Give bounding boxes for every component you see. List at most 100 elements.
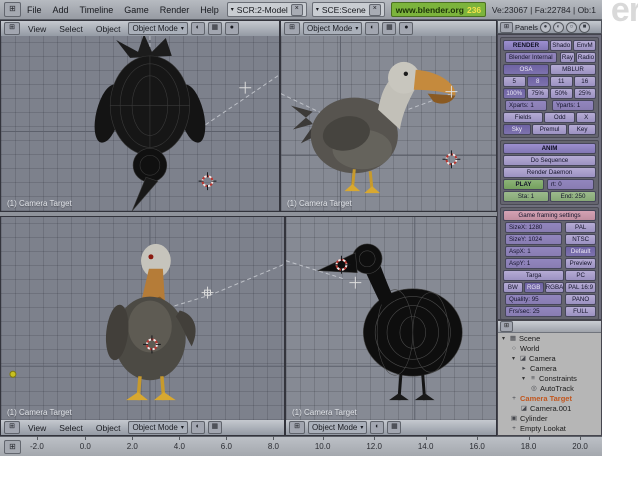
expand-arrow-icon[interactable]: ▾	[520, 375, 527, 382]
expand-arrow-icon[interactable]: ▾	[500, 335, 507, 342]
bw-toggle[interactable]: BW	[503, 282, 523, 293]
preset-pc-button[interactable]: PC	[565, 270, 596, 281]
outliner-item-constraints[interactable]: ▾ ≡ Constraints	[498, 373, 601, 383]
play-button[interactable]: PLAY	[503, 179, 544, 190]
outliner-item-empty-lookat[interactable]: + Empty Lookat	[498, 423, 601, 433]
render-button[interactable]: RENDER	[503, 40, 549, 51]
mode-select[interactable]: Object Mode ▾	[128, 22, 188, 35]
osa-toggle[interactable]: OSA	[503, 64, 549, 75]
layers-icon[interactable]: ▦	[207, 22, 222, 35]
menu-timeline[interactable]: Timeline	[75, 5, 119, 15]
lamp-object[interactable]	[9, 370, 17, 378]
mode-select[interactable]: Object Mode ▾	[303, 22, 363, 35]
context-editing-icon[interactable]: ■	[578, 21, 590, 33]
xparts-field[interactable]: Xparts: 1	[505, 100, 547, 111]
mode-select[interactable]: Object Mode ▾	[128, 421, 188, 434]
filetype-select[interactable]: Targa	[503, 270, 565, 281]
mode-select[interactable]: Object Mode ▾	[308, 421, 368, 434]
quality-field[interactable]: Quality: 95	[505, 294, 563, 305]
envmap-toggle[interactable]: EnvM	[573, 40, 596, 51]
key-toggle[interactable]: Key	[568, 124, 596, 135]
sizex-field[interactable]: SizeX: 1280	[505, 222, 563, 233]
layers-icon[interactable]: ▦	[387, 421, 402, 434]
ray-toggle[interactable]: Ray	[559, 52, 575, 63]
preset-ntsc-button[interactable]: NTSC	[565, 234, 596, 245]
odd-toggle[interactable]: Odd	[544, 112, 576, 123]
premul-toggle[interactable]: Premul	[531, 124, 568, 135]
outliner-item-world[interactable]: ○ World	[498, 343, 601, 353]
viewport-type-icon[interactable]: ⊞	[4, 22, 20, 35]
viewport-type-icon[interactable]: ⊞	[4, 421, 20, 434]
outliner-item-camera-001[interactable]: ◪ Camera.001	[498, 403, 601, 413]
context-object-icon[interactable]: ○	[565, 21, 577, 33]
viewport-canvas[interactable]: (1) Camera Target	[1, 217, 284, 420]
rgba-toggle[interactable]: RGBA	[544, 282, 565, 293]
ruler-window-icon[interactable]: ⊞	[4, 440, 21, 454]
draw-mode-icon[interactable]: ◐	[365, 22, 380, 35]
menu-add[interactable]: Add	[48, 5, 74, 15]
buttons-window-type-icon[interactable]: ⊞	[500, 21, 513, 33]
mblur-toggle[interactable]: MBLUR	[550, 64, 596, 75]
outliner-item-camera-data[interactable]: ▸ Camera	[498, 363, 601, 373]
screen-selector[interactable]: ▾ SCR:2-Model ×	[226, 2, 307, 17]
size-75-button[interactable]: 75%	[526, 88, 549, 99]
layers-icon[interactable]: ▦	[207, 421, 222, 434]
menu-game[interactable]: Game	[119, 5, 154, 15]
game-framing-button[interactable]: Game framing settings	[503, 210, 596, 221]
snap-icon[interactable]: ●	[399, 22, 414, 35]
aspy-field[interactable]: AspY: 1	[505, 258, 563, 269]
outliner-item-camera-target[interactable]: + Camera Target	[498, 393, 601, 403]
preset-pano-button[interactable]: PANO	[565, 294, 596, 305]
draw-mode-icon[interactable]: ◐	[190, 421, 205, 434]
size-50-button[interactable]: 50%	[550, 88, 573, 99]
object-menu[interactable]: Object	[91, 24, 126, 34]
sizey-field[interactable]: SizeY: 1024	[505, 234, 563, 245]
blender-org-link[interactable]: www.blender.org 236	[390, 2, 487, 17]
yparts-field[interactable]: Yparts: 1	[552, 100, 594, 111]
context-shading-icon[interactable]: ◐	[552, 21, 564, 33]
viewport-canvas[interactable]: (1) Camera Target	[281, 36, 496, 211]
end-frame-field[interactable]: End: 250	[550, 191, 596, 202]
size-25-button[interactable]: 25%	[573, 88, 596, 99]
preset-full-button[interactable]: FULL	[565, 306, 596, 317]
outliner-item-autotrack[interactable]: ◎ AutoTrack	[498, 383, 601, 393]
render-daemon-toggle[interactable]: Render Daemon	[503, 167, 596, 178]
preset-pal-button[interactable]: PAL	[565, 222, 596, 233]
osa-sample-11[interactable]: 11	[550, 76, 573, 87]
outliner-item-camera[interactable]: ▾ ◪ Camera	[498, 353, 601, 363]
window-type-icon[interactable]: ⊞	[4, 2, 21, 17]
expand-arrow-icon[interactable]: ▾	[510, 355, 517, 362]
size-100-button[interactable]: 100%	[503, 88, 526, 99]
framerate-field[interactable]: Frs/sec: 25	[505, 306, 563, 317]
preset-preview-button[interactable]: Preview	[565, 258, 596, 269]
outliner-type-icon[interactable]: ⊞	[500, 321, 513, 332]
draw-mode-icon[interactable]: ◐	[190, 22, 205, 35]
anim-button[interactable]: ANIM	[503, 143, 596, 154]
menu-file[interactable]: File	[22, 5, 47, 15]
menu-help[interactable]: Help	[195, 5, 224, 15]
view-menu[interactable]: View	[23, 423, 51, 433]
object-menu[interactable]: Object	[91, 423, 126, 433]
layers-icon[interactable]: ▦	[382, 22, 397, 35]
render-engine-select[interactable]: Blender Internal	[505, 52, 557, 63]
scene-selector[interactable]: ▾ SCE:Scene ×	[311, 2, 385, 17]
snap-icon[interactable]: ●	[224, 22, 239, 35]
preset-default-button[interactable]: Default	[565, 246, 596, 257]
rgb-toggle[interactable]: RGB	[523, 282, 544, 293]
osa-sample-5[interactable]: 5	[503, 76, 526, 87]
rt-field[interactable]: rt: 0	[547, 179, 594, 190]
aspx-field[interactable]: AspX: 1	[505, 246, 563, 257]
preset-pal169-button[interactable]: PAL 16:9	[565, 282, 596, 293]
context-render-icon[interactable]: ●	[539, 21, 551, 33]
screen-close-icon[interactable]: ×	[290, 3, 303, 16]
select-menu[interactable]: Select	[54, 423, 88, 433]
do-sequence-toggle[interactable]: Do Sequence	[503, 155, 596, 166]
viewport-type-icon[interactable]: ⊞	[284, 22, 300, 35]
select-menu[interactable]: Select	[54, 24, 88, 34]
outliner-item-scene[interactable]: ▾ ▦ Scene	[498, 333, 601, 343]
osa-sample-8[interactable]: 8	[526, 76, 549, 87]
viewport-canvas[interactable]: (1) Camera Target	[1, 36, 279, 211]
view-menu[interactable]: View	[23, 24, 51, 34]
draw-mode-icon[interactable]: ◐	[370, 421, 385, 434]
outliner-item-cylinder[interactable]: ▣ Cylinder	[498, 413, 601, 423]
